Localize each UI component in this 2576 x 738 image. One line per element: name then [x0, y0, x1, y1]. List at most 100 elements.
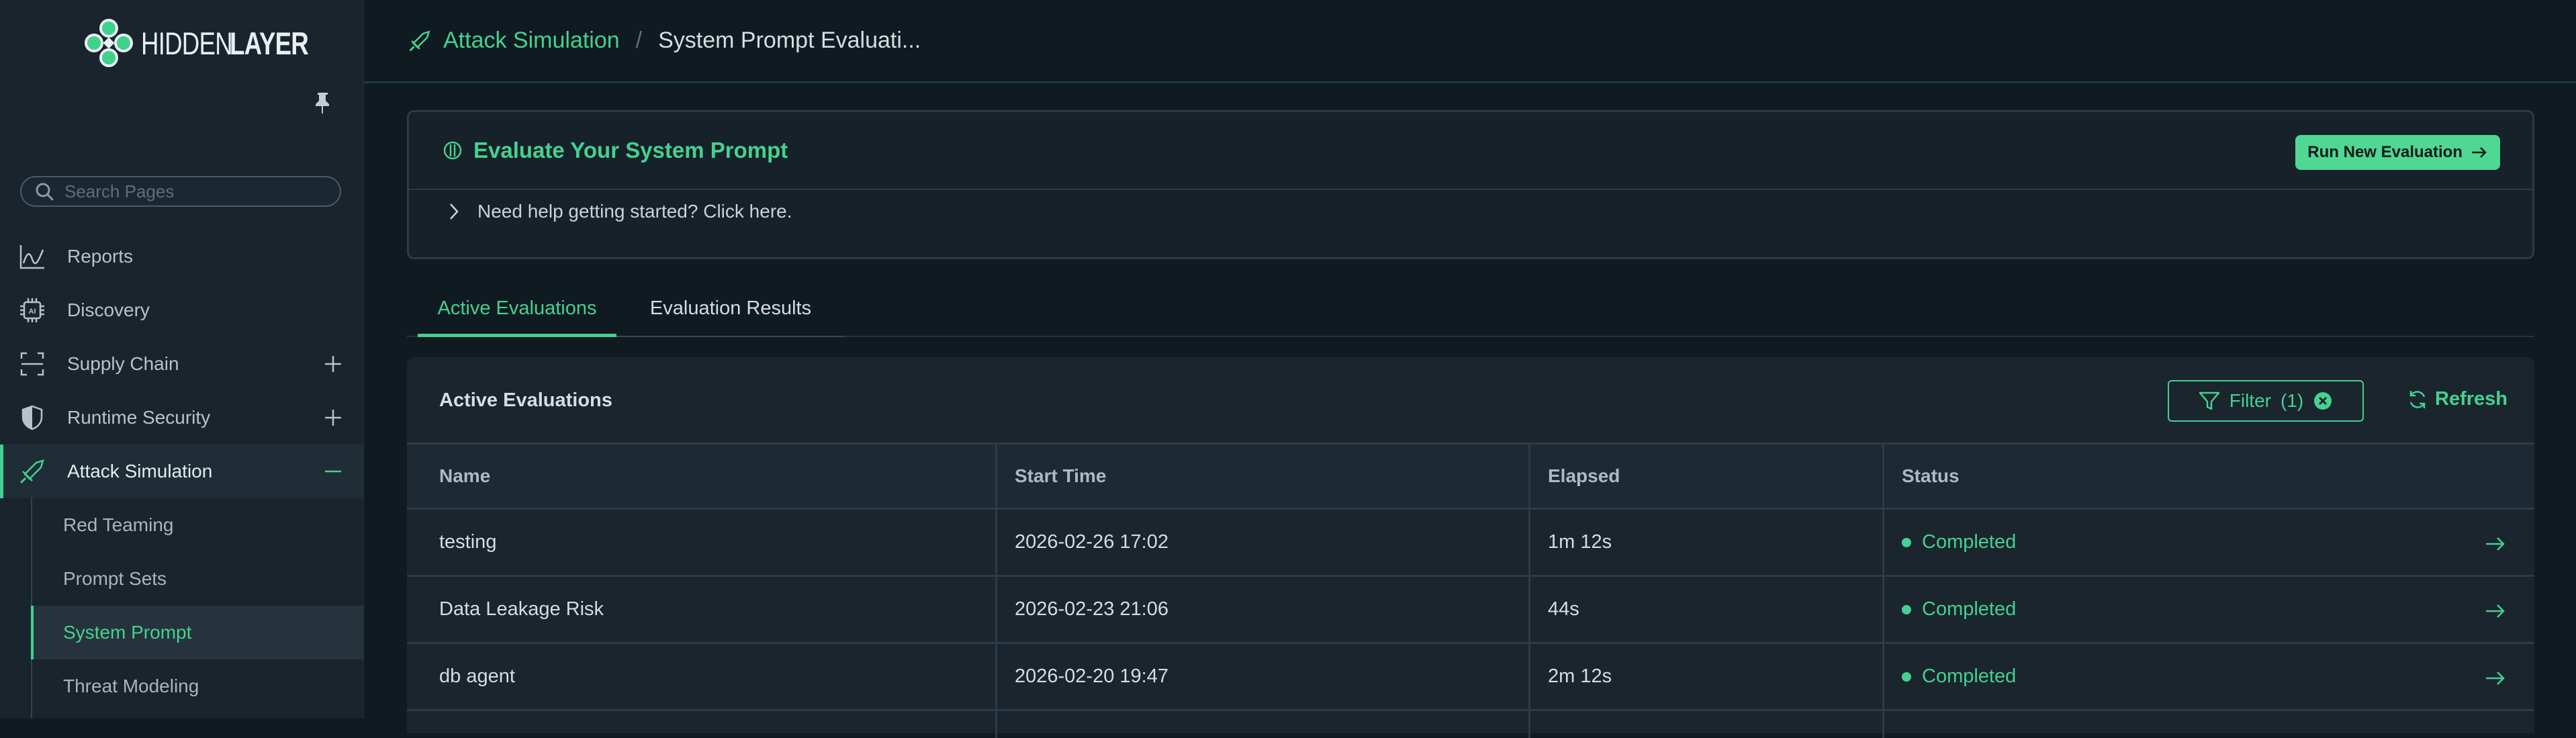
- status-text: Completed: [1922, 531, 2017, 553]
- evaluate-system-prompt-card: Evaluate Your System Prompt Run New Eval…: [407, 110, 2534, 259]
- scan-icon: [20, 352, 44, 376]
- search-input[interactable]: [63, 180, 334, 203]
- cell-status: [1882, 711, 2534, 738]
- svg-text:AI: AI: [29, 308, 36, 316]
- clear-filter-icon[interactable]: [2313, 391, 2333, 411]
- run-new-evaluation-button[interactable]: Run New Evaluation: [2295, 135, 2500, 170]
- refresh-button[interactable]: Refresh: [2407, 388, 2508, 410]
- sidebar-item-prompt-sets[interactable]: Prompt Sets: [31, 552, 363, 606]
- cell-status: Completed: [1882, 510, 2534, 575]
- shield-icon: [21, 405, 43, 430]
- pin-icon[interactable]: [313, 91, 333, 114]
- breadcrumb: Attack Simulation / System Prompt Evalua…: [364, 0, 2576, 83]
- nav-item-discovery[interactable]: AI Discovery: [0, 283, 363, 337]
- filter-icon: [2199, 391, 2220, 410]
- evaluation-tabs: Active Evaluations Evaluation Results: [407, 281, 2534, 337]
- table-header-row: Name Start Time Elapsed Status: [407, 445, 2534, 510]
- sword-icon: [19, 459, 44, 484]
- tab-label: Active Evaluations: [437, 297, 597, 319]
- chip-icon: AI: [20, 298, 44, 322]
- status-badge: Completed: [1902, 531, 2016, 553]
- cell-start-time: 2026-02-23 21:06: [995, 577, 1528, 642]
- search-icon: [36, 183, 54, 201]
- status-text: Completed: [1922, 598, 2017, 620]
- sword-icon: [409, 30, 430, 52]
- tab-label: Evaluation Results: [649, 297, 812, 319]
- active-evaluations-card: Active Evaluations Filter (1) Refresh Na…: [407, 357, 2534, 738]
- filter-label: Filter: [2229, 390, 2271, 411]
- nav-item-label: Reports: [67, 246, 134, 267]
- refresh-label: Refresh: [2435, 388, 2508, 410]
- evaluate-card-header: Evaluate Your System Prompt Run New Eval…: [409, 112, 2532, 190]
- nav-item-label: Attack Simulation: [67, 461, 213, 481]
- help-expander[interactable]: Need help getting started? Click here.: [448, 201, 792, 222]
- evaluate-card-title: Evaluate Your System Prompt: [443, 138, 788, 163]
- arrow-right-icon[interactable]: [2483, 532, 2508, 556]
- nav-item-label: Discovery: [67, 299, 150, 320]
- filter-count: (1): [2281, 390, 2304, 411]
- status-dot: [1902, 537, 1911, 547]
- cell-name: [407, 711, 995, 738]
- table-row[interactable]: Data Leakage Risk 2026-02-23 21:06 44s C…: [407, 577, 2534, 644]
- tab-evaluation-results[interactable]: Evaluation Results: [616, 281, 845, 336]
- cell-name: Data Leakage Risk: [439, 598, 604, 620]
- cell-start-time: 2026-02-26 17:02: [995, 510, 1528, 575]
- brand-name-light: HIDDEN: [141, 25, 233, 61]
- help-text: Need help getting started? Click here.: [477, 201, 792, 222]
- brand-name-bold: LAYER: [230, 25, 309, 61]
- sidebar-item-threat-modeling[interactable]: Threat Modeling: [31, 659, 363, 713]
- table-row[interactable]: testing 2026-02-26 17:02 1m 12s Complete…: [407, 510, 2534, 577]
- sub-item-label: System Prompt: [63, 622, 192, 643]
- column-header-elapsed[interactable]: Elapsed: [1528, 445, 1882, 508]
- nav-item-attack-simulation[interactable]: Attack Simulation: [0, 445, 363, 498]
- sidebar-item-system-prompt[interactable]: System Prompt: [31, 606, 363, 659]
- plus-icon[interactable]: [322, 353, 344, 375]
- sub-item-label: Threat Modeling: [63, 676, 199, 696]
- refresh-icon: [2409, 390, 2426, 408]
- evaluations-table: Name Start Time Elapsed Status testing 2…: [407, 445, 2534, 738]
- search-pages[interactable]: [20, 176, 341, 207]
- chevron-right-icon: [450, 203, 459, 220]
- column-header-start-time[interactable]: Start Time: [995, 445, 1528, 508]
- run-button-label: Run New Evaluation: [2307, 143, 2463, 161]
- line-chart-icon: [19, 245, 44, 269]
- status-dot: [1902, 672, 1911, 682]
- table-row[interactable]: [407, 711, 2534, 738]
- plus-icon[interactable]: [322, 407, 344, 428]
- split-circle-icon: [443, 141, 462, 160]
- cell-start-time: 2026-02-20 19:47: [995, 644, 1528, 709]
- brand-logo[interactable]: HIDDEN LAYER: [83, 17, 330, 68]
- minus-icon[interactable]: [322, 461, 344, 482]
- nav-item-label: Runtime Security: [67, 407, 211, 428]
- arrow-right-icon[interactable]: [2483, 666, 2508, 690]
- status-badge: Completed: [1902, 665, 2016, 688]
- breadcrumb-parent-link[interactable]: Attack Simulation: [443, 28, 620, 54]
- cell-elapsed: [1528, 711, 1882, 738]
- cell-name: db agent: [439, 665, 515, 687]
- sub-item-label: Prompt Sets: [63, 568, 167, 589]
- status-text: Completed: [1922, 665, 2017, 687]
- nav-item-reports[interactable]: Reports: [0, 230, 363, 283]
- table-title: Active Evaluations: [439, 389, 612, 411]
- nav-item-supply-chain[interactable]: Supply Chain: [0, 337, 363, 391]
- cell-elapsed: 1m 12s: [1528, 510, 1882, 575]
- cell-start-time: [995, 711, 1528, 738]
- nav-item-runtime-security[interactable]: Runtime Security: [0, 391, 363, 445]
- status-dot: [1902, 604, 1911, 614]
- sub-item-label: Red Teaming: [63, 514, 174, 535]
- cell-status: Completed: [1882, 577, 2534, 642]
- column-header-name[interactable]: Name: [407, 445, 995, 508]
- nav-item-label: Supply Chain: [67, 353, 179, 374]
- cell-elapsed: 44s: [1528, 577, 1882, 642]
- table-toolbar: Active Evaluations Filter (1) Refresh: [407, 357, 2534, 445]
- filter-button[interactable]: Filter (1): [2168, 380, 2364, 422]
- breadcrumb-separator: /: [635, 28, 643, 53]
- cell-name: testing: [439, 531, 497, 553]
- column-header-status[interactable]: Status: [1882, 445, 2534, 508]
- arrow-right-icon: [2472, 147, 2487, 158]
- table-row[interactable]: db agent 2026-02-20 19:47 2m 12s Complet…: [407, 644, 2534, 711]
- tab-active-evaluations[interactable]: Active Evaluations: [418, 281, 616, 337]
- evaluate-title-text: Evaluate Your System Prompt: [473, 138, 788, 163]
- sidebar-item-red-teaming[interactable]: Red Teaming: [31, 498, 363, 552]
- arrow-right-icon[interactable]: [2483, 599, 2508, 623]
